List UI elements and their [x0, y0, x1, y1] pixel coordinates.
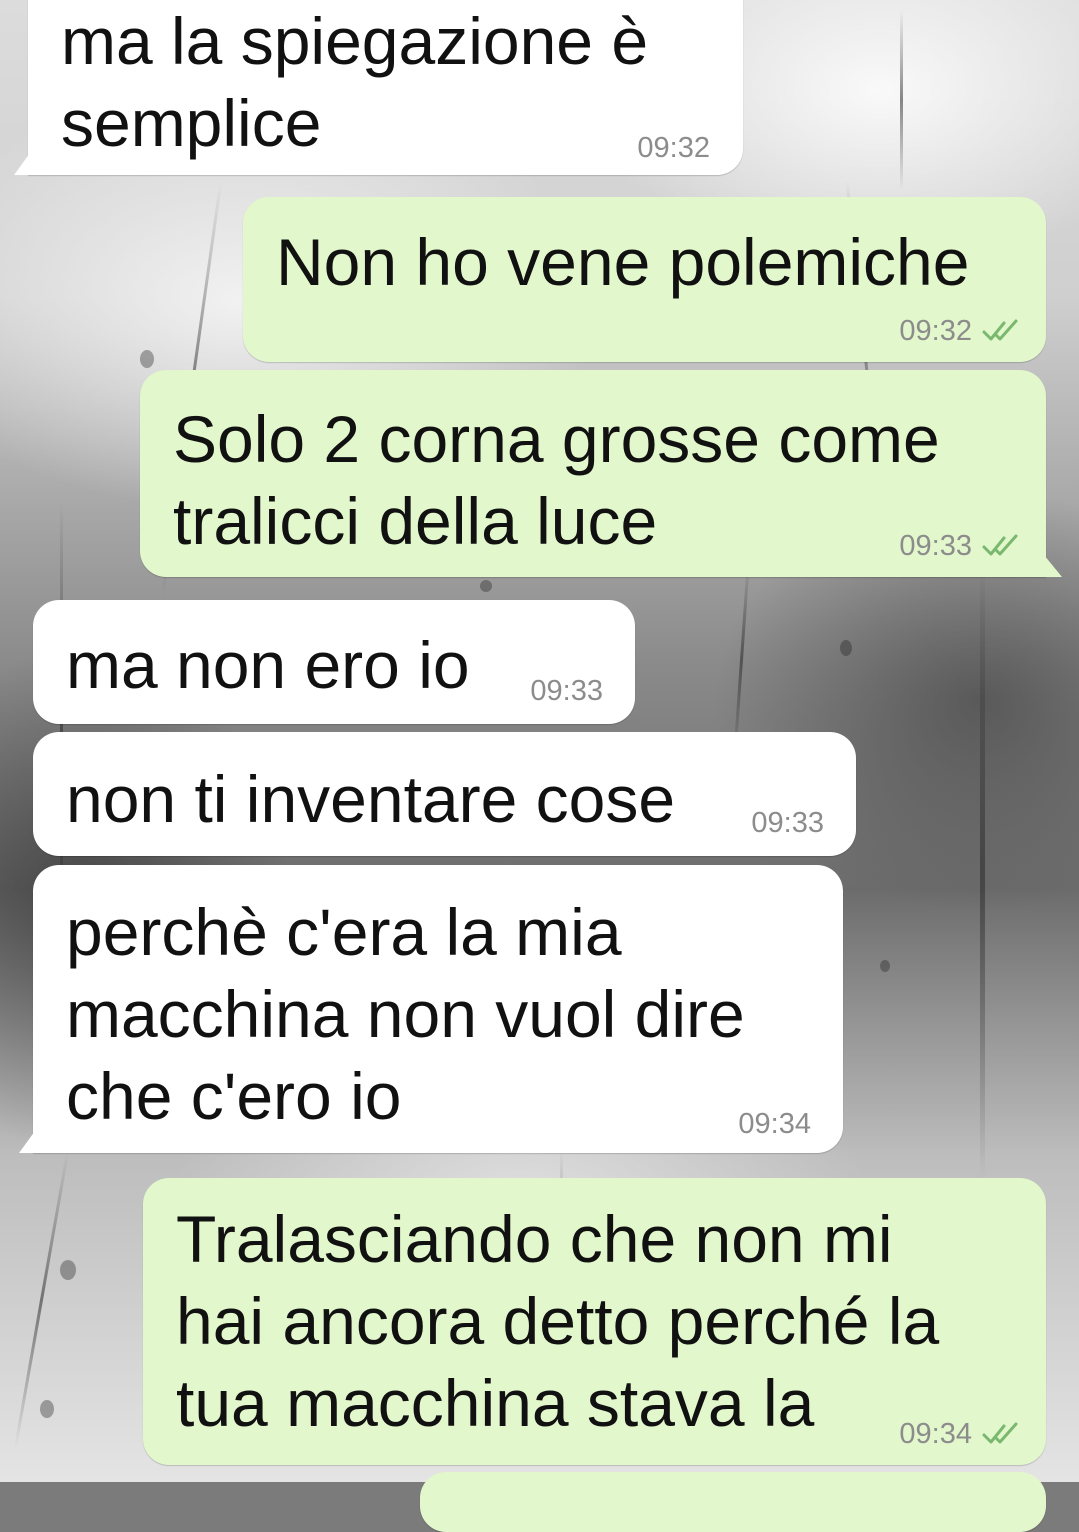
message-time: 09:34	[899, 1418, 972, 1450]
message-time: 09:32	[637, 132, 710, 164]
message-meta: 09:33	[899, 529, 1024, 563]
message-text: non ti inventare cose	[66, 762, 676, 836]
incoming-message[interactable]: perchè c'era la mia macchina non vuol di…	[19, 865, 843, 1153]
incoming-message[interactable]: ma non ero io 09:33	[33, 600, 635, 724]
message-meta: 09:32	[899, 314, 1024, 348]
message-meta: 09:34	[899, 1417, 1024, 1451]
message-text: Solo 2 corna grosse come tralicci della …	[173, 402, 940, 558]
message-text: ma la spiegazione è semplice	[61, 4, 649, 160]
incoming-message[interactable]: non ti inventare cose 09:33	[33, 732, 856, 856]
message-text: Non ho vene polemiche	[276, 225, 970, 299]
incoming-message[interactable]: ma la spiegazione è semplice 09:32	[14, 0, 743, 175]
message-text: ma non ero io	[66, 628, 470, 702]
message-meta: 09:33	[751, 806, 824, 840]
message-time: 09:33	[530, 675, 603, 707]
double-check-icon	[982, 1422, 1024, 1446]
message-meta: 09:32	[637, 131, 710, 165]
message-meta: 09:33	[530, 674, 603, 708]
double-check-icon	[982, 319, 1024, 343]
message-meta: 09:34	[738, 1107, 811, 1141]
message-time: 09:33	[899, 530, 972, 562]
outgoing-message-partial[interactable]	[420, 1472, 1046, 1532]
message-time: 09:34	[738, 1108, 811, 1140]
outgoing-message[interactable]: Non ho vene polemiche 09:32	[243, 197, 1046, 362]
message-list: ma la spiegazione è semplice 09:32 Non h…	[0, 0, 1079, 1532]
message-time: 09:33	[751, 807, 824, 839]
double-check-icon	[982, 534, 1024, 558]
outgoing-message[interactable]: Solo 2 corna grosse come tralicci della …	[140, 370, 1062, 577]
message-text: Tralasciando che non mi hai ancora detto…	[176, 1202, 940, 1440]
outgoing-message[interactable]: Tralasciando che non mi hai ancora detto…	[143, 1178, 1046, 1465]
message-time: 09:32	[899, 315, 972, 347]
message-text: perchè c'era la mia macchina non vuol di…	[66, 895, 745, 1133]
